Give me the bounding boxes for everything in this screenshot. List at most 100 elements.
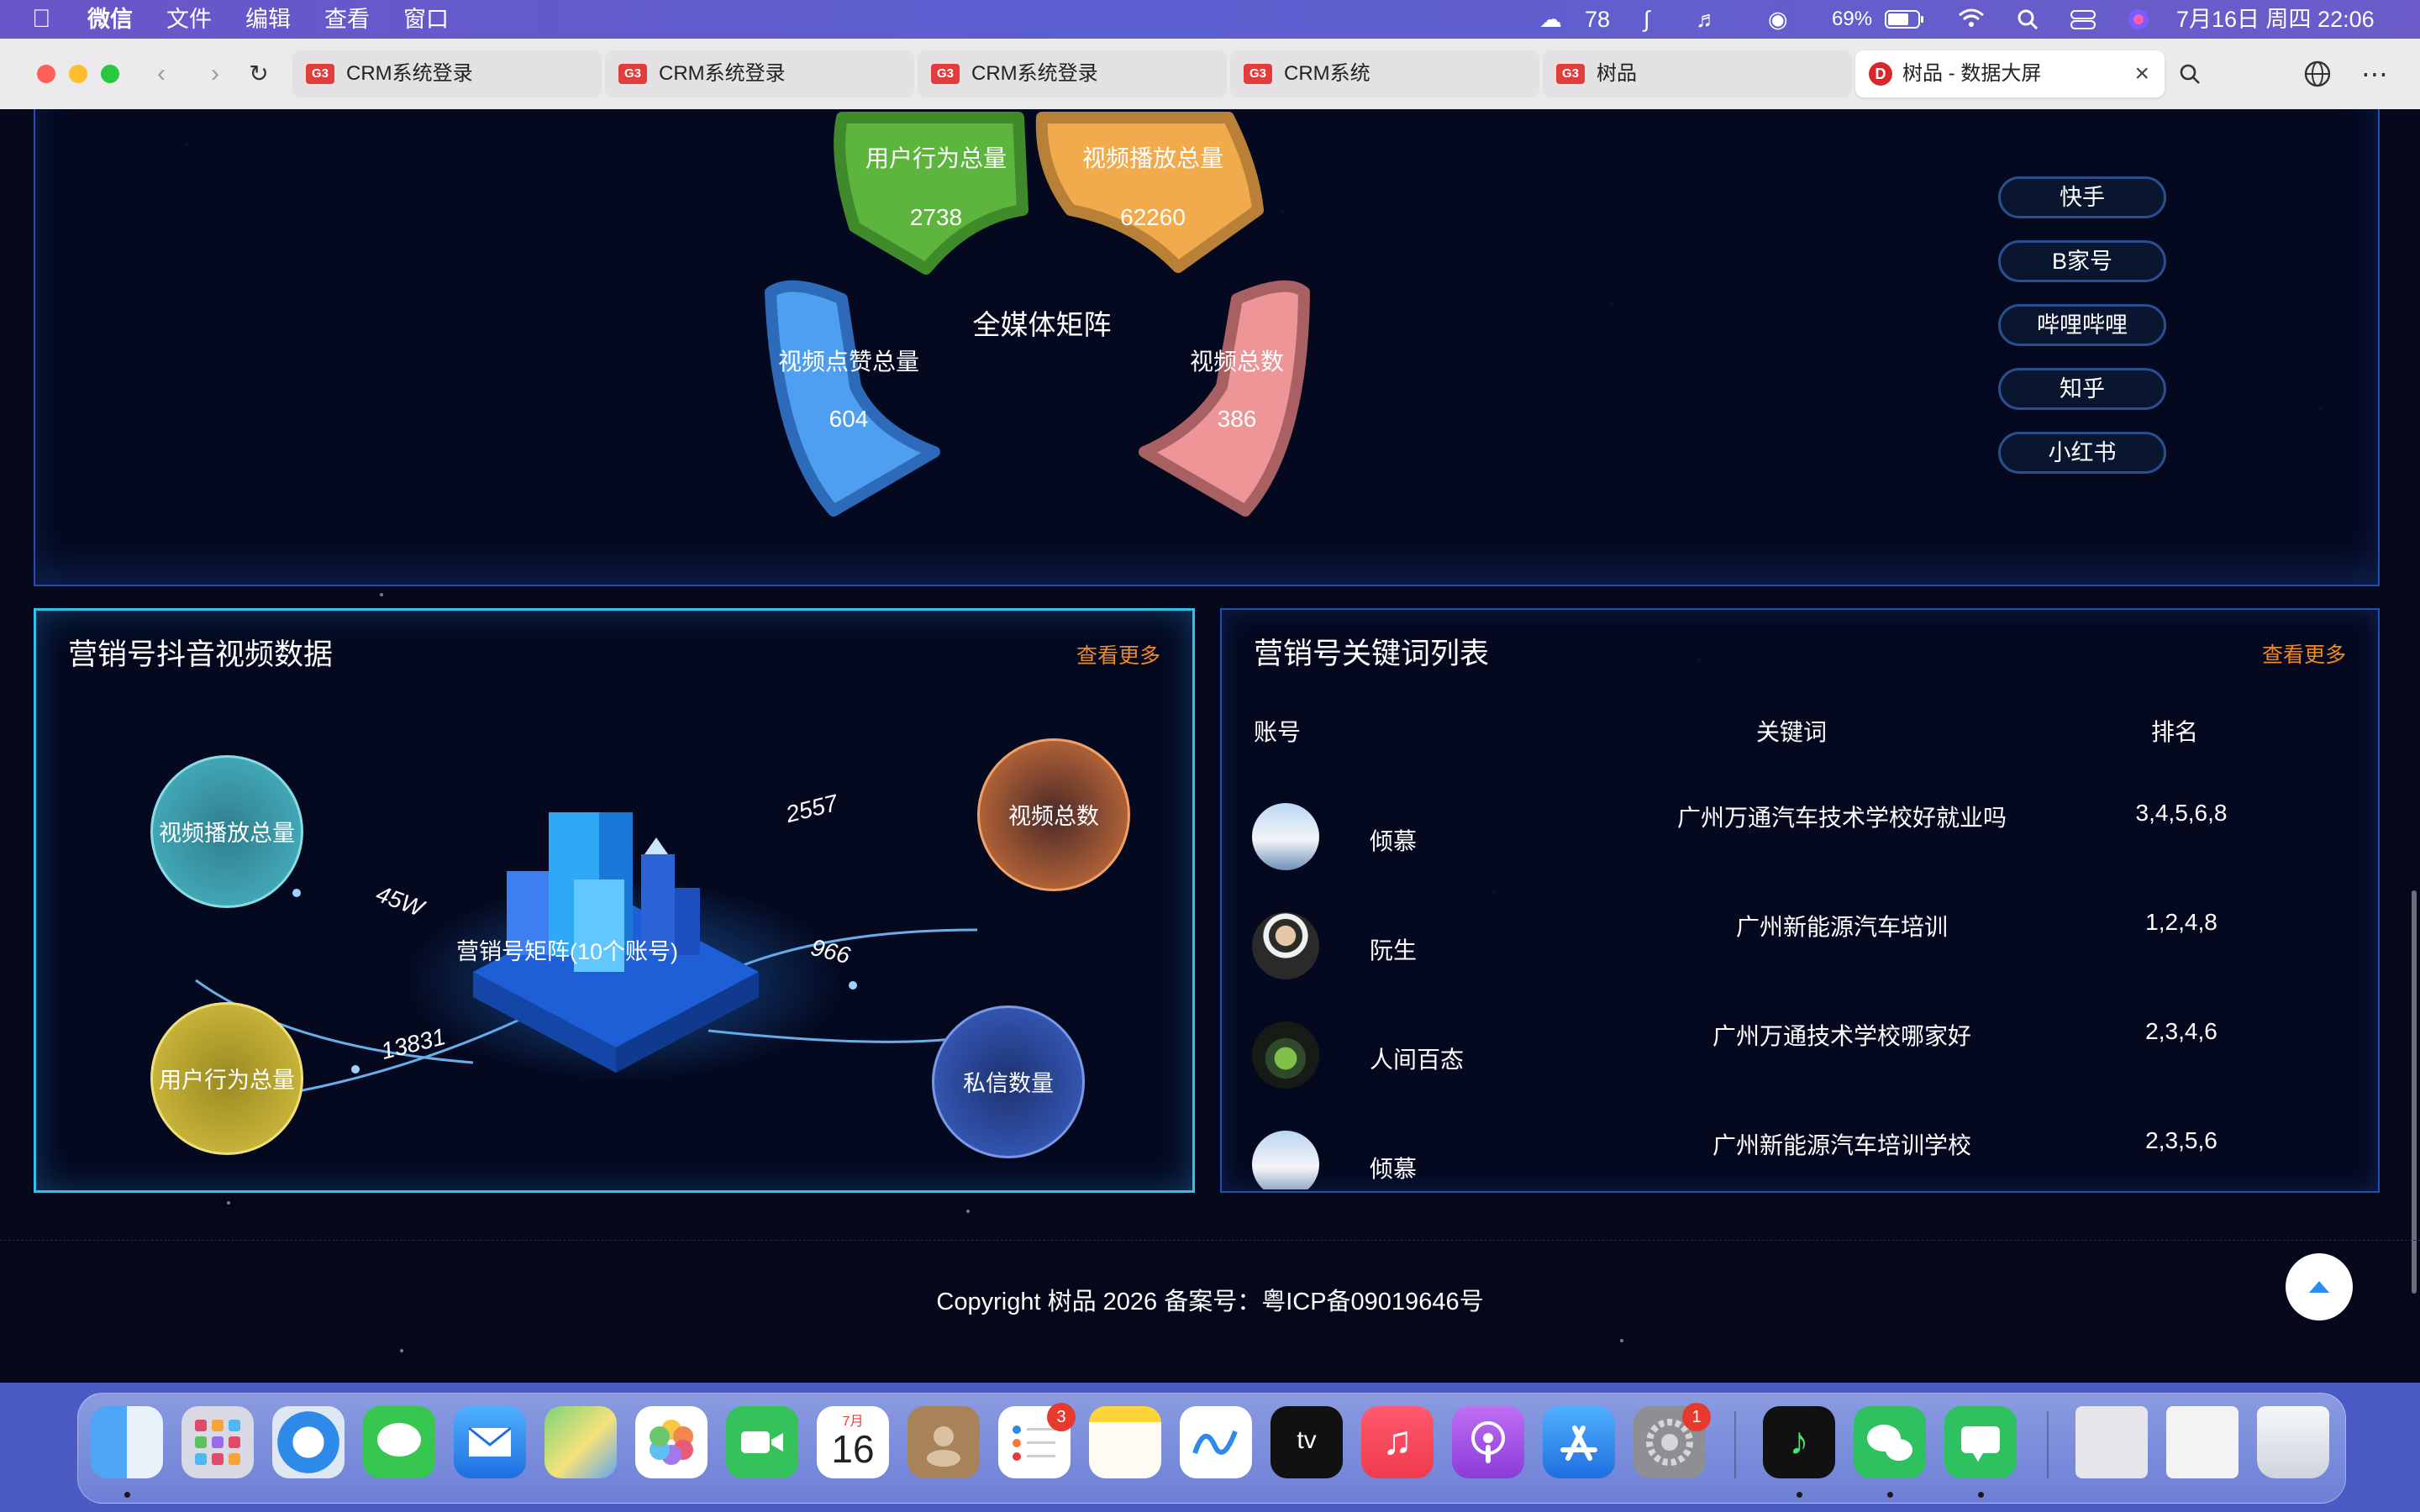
star-decoration (380, 593, 383, 596)
globe-icon[interactable] (2301, 57, 2334, 91)
node-video-count[interactable]: 视频总数 (977, 738, 1130, 891)
control-center-icon[interactable] (2069, 0, 2097, 39)
apple-tv-icon[interactable]: tv (1270, 1406, 1343, 1478)
petal-video-count-shape (1139, 280, 1310, 517)
menu-edit[interactable]: 编辑 (245, 0, 291, 39)
keyword-panel-title: 营销号关键词列表 (1254, 638, 1490, 670)
footer-copyright: Copyright 树品 2026 备案号：粤ICP备09019646号 (936, 1289, 1484, 1315)
table-row[interactable]: 倾慕 广州新能源汽车培训学校 2,3,5,6 (1222, 1122, 2378, 1189)
siri-icon[interactable] (2126, 0, 2151, 39)
keyword-view-more-link[interactable]: 查看更多 (2262, 638, 2346, 669)
zoom-window-button[interactable] (101, 65, 119, 83)
calendar-icon[interactable]: 7月 16 (817, 1406, 889, 1478)
petal-video-plays[interactable]: 视频播放总量 62260 (1035, 112, 1264, 273)
finder-icon[interactable] (91, 1406, 163, 1478)
node-video-plays[interactable]: 视频播放总量 (150, 755, 303, 908)
tab-favicon-icon: D (1869, 62, 1892, 86)
netease-music-icon[interactable]: ♪ (1763, 1406, 1835, 1478)
podcasts-icon[interactable] (1452, 1406, 1524, 1478)
freeform-icon[interactable] (1180, 1406, 1252, 1478)
platform-xiaohongshu-button[interactable]: 小红书 (1998, 432, 2166, 474)
trash-icon[interactable] (2257, 1406, 2329, 1478)
petal-user-behavior[interactable]: 用户行为总量 2738 (834, 112, 1028, 275)
tab-favicon-icon: G3 (931, 64, 960, 84)
minimize-window-button[interactable] (69, 65, 87, 83)
menu-window[interactable]: 窗口 (403, 0, 449, 39)
table-row[interactable]: 倾慕 广州万通汽车技术学校好就业吗 3,4,5,6,8 (1222, 795, 2378, 895)
tab-crm-system[interactable]: G3 CRM系统 (1230, 50, 1539, 97)
node-user-behavior[interactable]: 用户行为总量 (150, 1002, 303, 1155)
star-decoration (400, 1349, 403, 1352)
more-options-icon[interactable]: ⋯ (2358, 57, 2391, 91)
matrix-account-label: 营销号矩阵(10个账号) (456, 939, 679, 964)
tab-label: CRM系统登录 (971, 62, 1098, 85)
tab-search-icon[interactable] (2173, 57, 2207, 91)
tab-crm-login-2[interactable]: G3 CRM系统登录 (605, 50, 914, 97)
petal-video-plays-shape (1035, 112, 1264, 273)
node-label: 视频播放总量 (159, 821, 295, 846)
star-decoration (227, 1201, 230, 1205)
close-window-button[interactable] (37, 65, 55, 83)
table-row[interactable]: 人间百态 广州万通技术学校哪家好 2,3,4,6 (1222, 1013, 2378, 1114)
platform-bilibili-button[interactable]: 哔哩哔哩 (1998, 304, 2166, 346)
mail-icon[interactable] (454, 1406, 526, 1478)
tab-close-icon[interactable]: × (2134, 50, 2149, 97)
petal-label: 视频总数 (1190, 349, 1284, 375)
dock-running-indicator (1887, 1492, 1893, 1498)
launchpad-icon[interactable] (182, 1406, 254, 1478)
downloads-stack-icon[interactable] (2166, 1406, 2238, 1478)
bluetooth-icon[interactable]: ∫ (1644, 0, 1649, 39)
tab-shupin[interactable]: G3 树品 (1543, 50, 1852, 97)
header-account: 账号 (1254, 719, 1302, 745)
app-store-icon[interactable] (1543, 1406, 1615, 1478)
messages-icon[interactable] (363, 1406, 435, 1478)
volume-icon[interactable]: ♬ (1696, 0, 1718, 39)
clock[interactable]: 7月16日 周四 22:06 (2176, 0, 2375, 39)
platform-kuaishou-button[interactable]: 快手 (1998, 176, 2166, 218)
back-icon[interactable]: ‹ (145, 57, 178, 91)
notes-icon[interactable] (1089, 1406, 1161, 1478)
contacts-icon[interactable] (908, 1406, 980, 1478)
platform-bjiahao-button[interactable]: B家号 (1998, 240, 2166, 282)
platform-zhihu-button[interactable]: 知乎 (1998, 368, 2166, 410)
tab-crm-login-1[interactable]: G3 CRM系统登录 (292, 50, 602, 97)
back-to-top-button[interactable] (2286, 1253, 2353, 1320)
wecom-icon[interactable] (1944, 1406, 2017, 1478)
dock-divider (2047, 1411, 2049, 1478)
wifi-icon[interactable] (1956, 0, 1986, 39)
douyin-video-panel: 营销号抖音视频数据 查看更多 视频播放总量 用户行为总量 视频总数 私信数量 4… (34, 608, 1195, 1193)
page-scrollbar[interactable] (2412, 890, 2417, 1294)
tab-crm-login-3[interactable]: G3 CRM系统登录 (918, 50, 1227, 97)
media-matrix-panel: 用户行为总量 2738 视频播放总量 62260 视频点赞总量 604 视频总数… (34, 109, 2380, 586)
petal-video-likes[interactable]: 视频点赞总量 604 (765, 280, 940, 517)
music-status-icon[interactable]: ◉ (1768, 0, 1788, 39)
music-icon[interactable]: ♫ (1361, 1406, 1434, 1478)
menu-app-name[interactable]: 微信 (87, 0, 133, 39)
spotlight-search-icon[interactable] (2015, 0, 2040, 39)
document-stack-icon[interactable] (2075, 1406, 2148, 1478)
safari-icon[interactable] (272, 1406, 345, 1478)
tab-data-screen[interactable]: D 树品 - 数据大屏 × (1855, 50, 2165, 97)
reload-icon[interactable]: ↻ (242, 57, 276, 91)
apple-menu-icon[interactable]:  (32, 0, 51, 39)
menu-view[interactable]: 查看 (324, 0, 370, 39)
table-row[interactable]: 阮生 广州新能源汽车培训 1,2,4,8 (1222, 904, 2378, 1005)
tab-favicon-icon: G3 (1556, 64, 1585, 84)
keyword-table-body: 倾慕 广州万通汽车技术学校好就业吗 3,4,5,6,8 阮生 广州新能源汽车培训… (1222, 795, 2378, 1189)
browser-window: ‹ › ↻ G3 CRM系统登录 G3 CRM系统登录 G3 CRM系统登录 G… (0, 39, 2420, 1383)
tab-favicon-icon: G3 (618, 64, 647, 84)
header-keyword: 关键词 (1756, 719, 1828, 745)
wechat-status-icon[interactable]: ☁ (1539, 0, 1562, 39)
wechat-icon[interactable] (1854, 1406, 1926, 1478)
petal-value: 386 (1218, 406, 1257, 432)
photos-icon[interactable] (635, 1406, 708, 1478)
forward-icon[interactable]: › (198, 57, 232, 91)
data-dashboard-page: 用户行为总量 2738 视频播放总量 62260 视频点赞总量 604 视频总数… (0, 109, 2420, 1383)
battery-icon[interactable] (1884, 0, 1926, 39)
facetime-icon[interactable] (726, 1406, 798, 1478)
menu-file[interactable]: 文件 (166, 0, 212, 39)
dock-running-indicator (1797, 1492, 1802, 1498)
maps-icon[interactable] (544, 1406, 617, 1478)
node-private-messages[interactable]: 私信数量 (932, 1005, 1085, 1158)
petal-video-count[interactable]: 视频总数 386 (1139, 280, 1310, 517)
